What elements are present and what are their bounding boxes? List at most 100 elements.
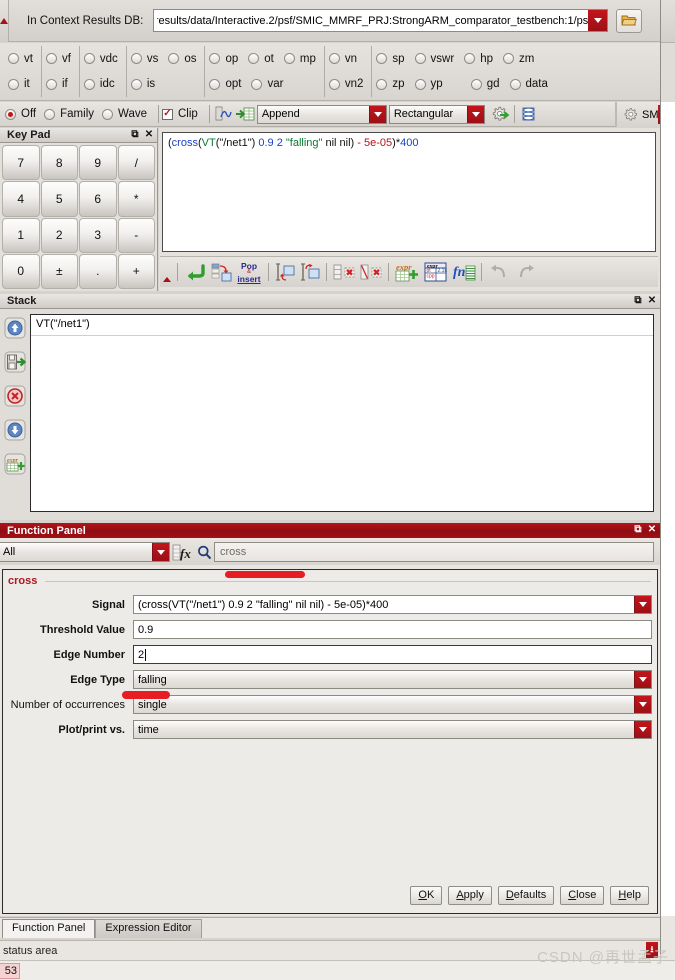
database-button[interactable] xyxy=(518,104,540,125)
tab-function-panel[interactable]: Function Panel xyxy=(2,919,96,938)
toolbar-drag-handle[interactable] xyxy=(0,0,9,42)
coord-mode-combo[interactable]: Rectangular xyxy=(388,104,485,124)
chevron-down-icon[interactable] xyxy=(368,105,386,123)
swap-down-button[interactable] xyxy=(298,262,322,283)
chevron-down-icon[interactable] xyxy=(634,721,651,738)
chevron-down-icon[interactable] xyxy=(634,596,651,613)
chevron-down-icon[interactable] xyxy=(152,543,169,561)
radio-data[interactable]: data xyxy=(509,78,548,90)
undock-icon[interactable]: ⧉ xyxy=(129,129,141,141)
radio-vdc[interactable]: vdc xyxy=(83,53,118,65)
threshold-input[interactable]: 0.9 xyxy=(133,620,652,639)
close-icon[interactable]: ✕ xyxy=(646,295,658,307)
help-button[interactable]: Help xyxy=(610,886,649,905)
function-browser-button[interactable]: fx xyxy=(170,541,194,563)
key-3[interactable]: 3 xyxy=(79,217,117,253)
radio-vn[interactable]: vn xyxy=(328,53,357,65)
key-7[interactable]: 7 xyxy=(2,145,40,181)
undock-icon[interactable]: ⧉ xyxy=(632,295,644,307)
radio-opt[interactable]: opt xyxy=(209,78,241,90)
key-4[interactable]: 4 xyxy=(2,181,40,217)
radio-vs[interactable]: vs xyxy=(130,53,158,65)
chevron-down-icon[interactable] xyxy=(466,105,484,123)
key-minus[interactable]: - xyxy=(117,217,155,253)
apply-button[interactable]: Apply xyxy=(448,886,492,905)
clear-stack-button[interactable]: ✖ xyxy=(358,262,384,283)
radio-os[interactable]: os xyxy=(168,53,196,65)
radio-idc[interactable]: idc xyxy=(83,78,115,90)
pop-insert-button[interactable]: Pop & insert xyxy=(234,261,264,283)
radio-ot[interactable]: ot xyxy=(248,53,274,65)
function-list-button[interactable]: fn xyxy=(451,262,477,283)
key-plusminus[interactable]: ± xyxy=(40,253,78,289)
close-icon[interactable]: ✕ xyxy=(646,524,658,536)
key-2[interactable]: 2 xyxy=(40,217,78,253)
expression-input[interactable]: (cross(VT("/net1") 0.9 2 "falling" nil n… xyxy=(162,132,656,252)
radio-vt[interactable]: vt xyxy=(8,53,33,65)
delete-entry-button[interactable]: ✖ xyxy=(331,262,357,283)
radio-vn2[interactable]: vn2 xyxy=(328,78,363,90)
send-to-table-button[interactable] xyxy=(235,104,257,125)
stack-list-item[interactable]: VT("/net1") xyxy=(31,315,653,336)
radio-it[interactable]: it xyxy=(8,78,30,90)
radio-vf[interactable]: vf xyxy=(45,53,71,65)
radio-sp[interactable]: sp xyxy=(376,53,405,65)
stack-list[interactable]: VT("/net1") xyxy=(30,314,654,512)
stack-move-down-button[interactable] xyxy=(3,418,27,442)
occurrences-combo[interactable]: single xyxy=(133,695,652,714)
evaluate-button[interactable] xyxy=(182,262,208,283)
key-divide[interactable]: / xyxy=(117,145,155,181)
results-db-input[interactable]: results/data/Interactive.2/psf/SMIC_MMRF… xyxy=(153,9,609,32)
radio-wave[interactable]: Wave xyxy=(102,108,147,120)
radio-family[interactable]: Family xyxy=(44,108,94,120)
radio-gd[interactable]: gd xyxy=(470,78,500,90)
stack-move-up-button[interactable] xyxy=(3,316,27,340)
key-0[interactable]: 0 xyxy=(2,253,40,289)
radio-is[interactable]: is xyxy=(130,78,155,90)
new-expression-button[interactable]: expr xyxy=(393,262,421,283)
key-5[interactable]: 5 xyxy=(40,181,78,217)
close-icon[interactable]: ✕ xyxy=(143,129,155,141)
expression-table-button[interactable]: expr pt 2.1k cpp xyxy=(422,262,450,283)
search-button[interactable] xyxy=(194,541,214,563)
edge-type-combo[interactable]: falling xyxy=(133,670,652,689)
redo-button[interactable] xyxy=(513,262,539,283)
function-category-combo[interactable]: All xyxy=(0,542,170,562)
key-multiply[interactable]: * xyxy=(117,181,155,217)
edge-number-input[interactable]: 2 xyxy=(133,645,652,664)
radio-zm[interactable]: zm xyxy=(502,53,534,65)
chevron-down-icon[interactable] xyxy=(634,671,651,688)
key-9[interactable]: 9 xyxy=(79,145,117,181)
swap-up-button[interactable] xyxy=(273,262,297,283)
append-to-stack-button[interactable] xyxy=(209,262,233,283)
error-count-badge[interactable]: 53 xyxy=(0,963,20,979)
radio-mp[interactable]: mp xyxy=(283,53,316,65)
signal-combo[interactable]: (cross(VT("/net1") 0.9 2 "falling" nil n… xyxy=(133,595,652,614)
plot-waveform-button[interactable] xyxy=(213,104,235,125)
options-gear-button[interactable] xyxy=(489,104,511,125)
key-1[interactable]: 1 xyxy=(2,217,40,253)
undock-icon[interactable]: ⧉ xyxy=(632,524,644,536)
ok-button[interactable]: OK xyxy=(410,886,443,905)
chevron-down-icon[interactable] xyxy=(634,696,651,713)
stack-new-expr-button[interactable]: expr xyxy=(3,452,27,476)
key-plus[interactable]: + xyxy=(117,253,155,289)
plot-vs-combo[interactable]: time xyxy=(133,720,652,739)
radio-vswr[interactable]: vswr xyxy=(414,53,454,65)
radio-yp[interactable]: yp xyxy=(414,78,443,90)
defaults-button[interactable]: Defaults xyxy=(497,886,555,905)
radio-var[interactable]: var xyxy=(251,78,283,90)
function-search-input[interactable]: cross xyxy=(214,542,654,562)
radio-off[interactable]: Off xyxy=(5,108,36,120)
close-button[interactable]: Close xyxy=(560,886,605,905)
simulator-gear-button[interactable] xyxy=(620,104,642,125)
status-resize-icon[interactable]: ⭳ xyxy=(646,942,658,958)
stack-save-button[interactable] xyxy=(3,350,27,374)
checkbox-clip[interactable]: ✓ Clip xyxy=(162,108,198,120)
radio-hp[interactable]: hp xyxy=(464,53,493,65)
radio-zp[interactable]: zp xyxy=(376,78,405,90)
key-8[interactable]: 8 xyxy=(40,145,78,181)
browse-folder-button[interactable] xyxy=(616,8,643,33)
radio-if[interactable]: if xyxy=(45,78,68,90)
plot-mode-combo[interactable]: Append xyxy=(256,104,387,124)
